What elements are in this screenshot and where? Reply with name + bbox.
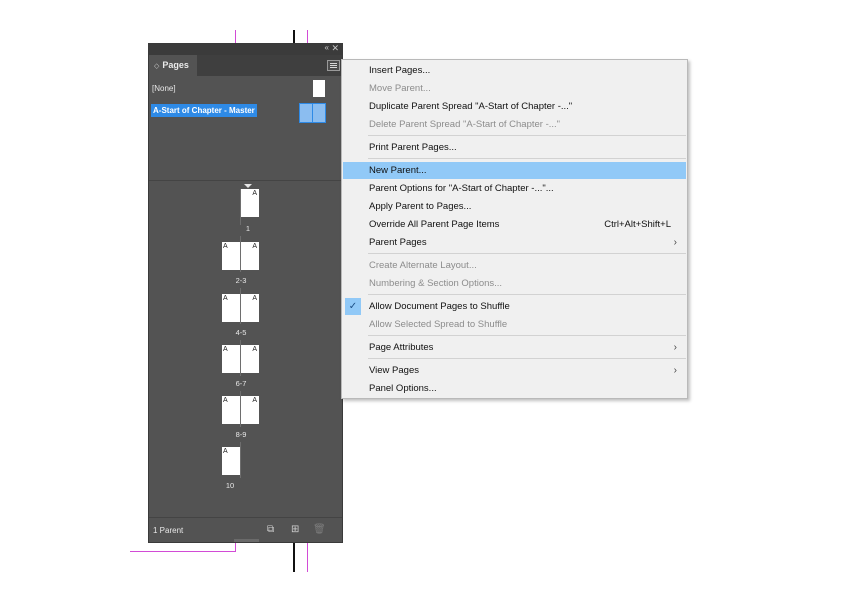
page-thumbnail[interactable]: A [241,345,259,373]
menu-item-delete-parent-spread[interactable]: Delete Parent Spread "A-Start of Chapter… [343,116,686,133]
panel-menu-button[interactable] [327,60,340,71]
spread-label: 2-3 [235,276,247,285]
page-thumbnail[interactable]: A [241,189,259,217]
parent-item-a-start-of-chapter[interactable]: A-Start of Chapter - Master [151,104,257,117]
page-thumbnail[interactable]: A [222,242,240,270]
close-icon[interactable]: ✕ [331,43,339,54]
spread-label: 4-5 [235,328,247,337]
chevron-right-icon: › [673,365,677,376]
parent-item-none[interactable]: [None] [152,84,176,93]
menu-item-numbering-section-options[interactable]: Numbering & Section Options... [343,275,686,292]
spread-label: 10 [225,481,235,490]
menu-item-parent-pages[interactable]: Parent Pages › [343,234,686,251]
page-thumbnail[interactable]: A [241,294,259,322]
page-thumbnail[interactable]: A [222,345,240,373]
page-thumbnail[interactable]: A [241,242,259,270]
edit-page-size-icon[interactable]: ⧉ [267,524,274,535]
menu-separator [368,135,686,136]
parent-pages-section: [None] A-Start of Chapter - Master [149,76,342,180]
panel-footer: 1 Parent ⧉ ⊞ 🗑 [149,517,342,542]
resize-grip[interactable] [234,539,259,542]
menu-item-print-parent-pages[interactable]: Print Parent Pages... [343,139,686,156]
parent-none-thumbnail[interactable] [313,80,325,97]
menu-item-page-attributes[interactable]: Page Attributes › [343,339,686,356]
page-thumbnail[interactable]: A [222,447,240,475]
menu-separator [368,158,686,159]
sort-arrows-icon: ◇ [154,63,160,70]
collapse-icon[interactable]: « [325,43,330,52]
menu-separator [368,335,686,336]
menu-item-new-parent[interactable]: New Parent... [343,162,686,179]
new-page-icon[interactable]: ⊞ [291,524,299,535]
page-thumbnail[interactable]: A [222,294,240,322]
menu-item-override-all-parent-page-items[interactable]: Override All Parent Page Items Ctrl+Alt+… [343,216,686,233]
menu-item-view-pages[interactable]: View Pages › [343,362,686,379]
pages-panel: « ✕ ◇ Pages [None] A-Start of Chapter - M… [148,43,343,543]
guide-line-bottom [130,551,236,552]
document-pages-area: A 1 A A 2-3 A A 4-5 A A 6-7 A A 8-9 A 10 [149,181,342,517]
menu-item-move-parent[interactable]: Move Parent... [343,80,686,97]
checkmark-icon: ✓ [345,298,361,315]
menu-item-duplicate-parent-spread[interactable]: Duplicate Parent Spread "A-Start of Chap… [343,98,686,115]
page-thumbnail[interactable]: A [222,396,240,424]
menu-item-insert-pages[interactable]: Insert Pages... [343,62,686,79]
menu-item-allow-document-pages-to-shuffle[interactable]: ✓ Allow Document Pages to Shuffle [343,298,686,315]
menu-item-apply-parent-to-pages[interactable]: Apply Parent to Pages... [343,198,686,215]
spread-label: 6-7 [235,379,247,388]
spread-label: 8-9 [235,430,247,439]
tab-pages[interactable]: ◇ Pages [149,55,197,76]
chevron-right-icon: › [673,237,677,248]
menu-item-create-alternate-layout[interactable]: Create Alternate Layout... [343,257,686,274]
tab-pages-label: Pages [162,60,189,70]
hamburger-icon [330,63,337,64]
panel-title-bar[interactable]: « ✕ [149,43,342,55]
menu-separator [368,294,686,295]
spread-label: 1 [245,224,251,233]
menu-item-parent-options[interactable]: Parent Options for "A-Start of Chapter -… [343,180,686,197]
delete-page-icon[interactable]: 🗑 [313,524,326,535]
page-thumbnail[interactable]: A [241,396,259,424]
start-page-marker-icon [244,184,252,188]
menu-separator [368,358,686,359]
menu-separator [368,253,686,254]
menu-item-allow-selected-spread-to-shuffle[interactable]: Allow Selected Spread to Shuffle [343,316,686,333]
parent-count-status: 1 Parent [153,526,184,535]
pages-panel-menu: Insert Pages... Move Parent... Duplicate… [341,59,688,399]
parent-a-thumbnail[interactable] [299,103,326,123]
shortcut-label: Ctrl+Alt+Shift+L [604,219,671,230]
panel-tab-bar: ◇ Pages [149,55,342,76]
menu-item-panel-options[interactable]: Panel Options... [343,380,686,397]
chevron-right-icon: › [673,342,677,353]
